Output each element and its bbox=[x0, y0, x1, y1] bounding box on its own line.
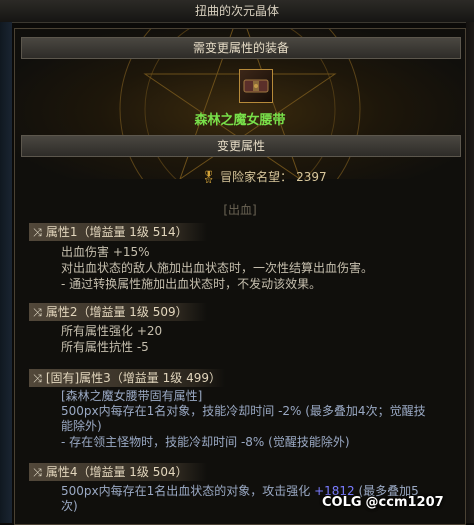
attribute-3-line-2: 500px内每存在1名对象，技能冷却时间 -2% (最多叠加4次；觉醒技 bbox=[61, 404, 426, 418]
watermark-handle: @ccm1207 bbox=[365, 495, 444, 510]
attribute-1-title: 属性1（增益量 1级 514） bbox=[45, 225, 188, 239]
attribute-3-line-3: 能除外) bbox=[61, 419, 102, 433]
attribute-3-header[interactable]: ⤨ [固有]属性3（增益量 1级 499） bbox=[29, 369, 225, 387]
attribute-4-header[interactable]: ⤨ 属性4（增益量 1级 504） bbox=[29, 463, 207, 481]
attribute-3-line-4: - 存在领主怪物时，技能冷却时间 -8% (觉醒技能除外) bbox=[61, 435, 350, 449]
fame-medal-icon: 🎖 bbox=[201, 170, 217, 184]
attribute-1-line-2: 对出血状态的敌人施加出血状态时，一次性结算出血伤害。 bbox=[61, 261, 374, 275]
attribute-1-line-1: 出血伤害 +15% bbox=[61, 245, 150, 259]
change-section-header: 变更属性 bbox=[21, 135, 461, 157]
window-title: 扭曲的次元晶体 bbox=[0, 0, 474, 23]
attribute-2-line-1: 所有属性强化 +20 bbox=[61, 324, 163, 338]
attribute-3-title: [固有]属性3（增益量 1级 499） bbox=[45, 371, 221, 385]
shuffle-icon: ⤨ bbox=[33, 466, 42, 479]
colg-logo: COLG bbox=[322, 495, 362, 510]
right-background-strip bbox=[466, 22, 474, 523]
shuffle-icon: ⤨ bbox=[33, 306, 42, 319]
attribute-1-line-3: - 通过转换属性施加出血状态时，不发动该效果。 bbox=[61, 277, 322, 291]
shuffle-icon: ⤨ bbox=[33, 372, 42, 385]
attribute-4-title: 属性4（增益量 1级 504） bbox=[45, 465, 188, 479]
attribute-2-title: 属性2（增益量 1级 509） bbox=[45, 305, 188, 319]
fame-label: 冒险家名望： bbox=[220, 170, 293, 184]
attribute-1-header[interactable]: ⤨ 属性1（增益量 1级 514） bbox=[29, 223, 207, 241]
fame-value: 2397 bbox=[296, 170, 327, 184]
left-background-strip bbox=[0, 22, 12, 523]
item-name: 森林之魔女腰带 bbox=[194, 113, 286, 128]
shuffle-icon: ⤨ bbox=[33, 226, 42, 239]
belt-icon[interactable] bbox=[239, 69, 273, 103]
bleed-tag: [出血] bbox=[223, 203, 257, 217]
fame-row: 🎖 冒险家名望： 2397 bbox=[201, 169, 327, 185]
equip-section-header: 需变更属性的装备 bbox=[21, 37, 461, 59]
attribute-3-line-1: [森林之魔女腰带固有属性] bbox=[61, 389, 203, 403]
attribute-2-line-2: 所有属性抗性 -5 bbox=[61, 340, 149, 354]
attribute-change-panel: 需变更属性的装备 森林之魔女腰带 变更属性 🎖 冒险家名望： 2397 [出血] … bbox=[14, 28, 466, 525]
attribute-2-header[interactable]: ⤨ 属性2（增益量 1级 509） bbox=[29, 303, 207, 321]
watermark: COLG @ccm1207 bbox=[322, 492, 444, 514]
